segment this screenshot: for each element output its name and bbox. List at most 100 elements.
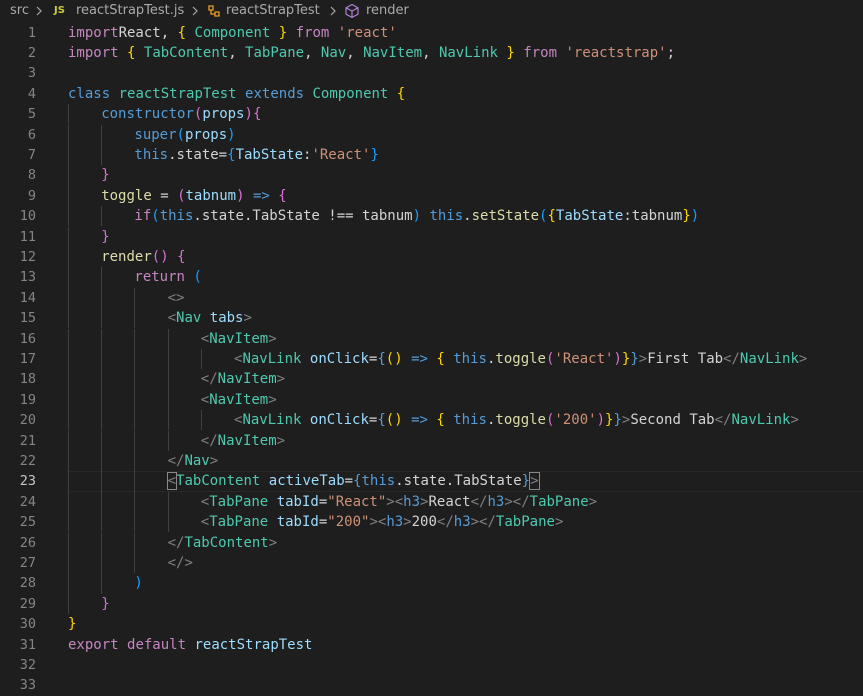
code-token: this <box>361 473 396 490</box>
code-token: </ <box>470 493 488 510</box>
code-line[interactable]: 16 <NavItem> <box>0 328 863 349</box>
code-line[interactable]: 24 <TabPane tabId="React"><h3>React</h3><… <box>0 491 863 513</box>
code-line[interactable]: 15 <Nav tabs> <box>0 308 863 329</box>
code-text: <NavItem> <box>201 329 277 349</box>
code-token: constructor <box>101 106 194 123</box>
code-line[interactable]: 17 <NavLink onClick={() => { this.toggle(… <box>0 348 863 370</box>
code-line[interactable]: 9 toggle = (tabnum) => { <box>0 185 863 207</box>
code-token: TabContent <box>176 473 261 490</box>
code-token: </> <box>167 554 193 571</box>
code-token: ></ <box>470 514 496 531</box>
code-token: NavLink <box>731 412 791 429</box>
code-token: '200' <box>554 412 597 429</box>
code-line[interactable]: 20 <NavLink onClick={() => { this.toggle(… <box>0 410 863 431</box>
code-token: TabContent <box>184 534 269 551</box>
code-token: () <box>385 350 403 367</box>
code-line[interactable]: 4 class reactStrapTest extends Component … <box>0 84 863 104</box>
code-text: constructor(props){ <box>101 104 261 124</box>
code-text: </> <box>168 553 193 573</box>
code-token: super <box>134 126 177 143</box>
code-token: , <box>422 44 439 61</box>
code-line[interactable]: 1 importReact, { Component } from 'react' <box>0 23 863 43</box>
code-line[interactable]: 19 <NavItem> <box>0 389 863 411</box>
code-token: } <box>613 412 622 429</box>
code-token: TabState <box>235 146 303 163</box>
code-token: ) <box>596 412 606 429</box>
code-token: NavLink <box>242 350 302 367</box>
code-line[interactable]: 23 <TabContent activeTab={this.state.TabS… <box>0 471 863 493</box>
code-line[interactable]: 10 if(this.state.TabState !== tabnum) thi… <box>0 206 863 227</box>
code-line[interactable]: 29} <box>0 593 863 615</box>
code-line[interactable]: 8} <box>0 165 863 186</box>
code-text: </Nav> <box>168 451 219 471</box>
indent-guide <box>134 471 136 492</box>
code-line[interactable]: 28) <box>0 573 863 594</box>
code-token: <> <box>167 289 185 306</box>
indent-guide <box>101 144 103 166</box>
indent-guide <box>68 308 69 329</box>
line-number: 21 <box>19 432 36 449</box>
code-token: { <box>177 24 187 41</box>
code-token: import <box>68 44 119 61</box>
code-line[interactable]: 33 <box>0 675 863 695</box>
code-token: > <box>209 452 219 469</box>
code-line[interactable]: 30} <box>0 614 863 634</box>
breadcrumb-folder[interactable]: src <box>10 2 29 20</box>
chevron-right-icon <box>36 6 42 16</box>
code-line[interactable]: 27 </> <box>0 552 863 574</box>
indent-guide <box>68 593 69 615</box>
code-token: Second Tab <box>630 412 715 429</box>
code-token: => <box>252 187 270 204</box>
code-token: Nav <box>320 44 347 61</box>
code-text: <NavLink onClick={() => { this.toggle('2… <box>234 410 799 430</box>
code-token: < <box>200 514 210 531</box>
code-line[interactable]: 2 import { TabContent, TabPane, Nav, NavI… <box>0 43 863 63</box>
code-token: TabPane <box>209 514 269 531</box>
line-number: 4 <box>27 85 36 102</box>
code-line[interactable]: 31 export default reactStrapTest <box>0 635 863 655</box>
code-text: if(this.state.TabState !== tabnum) this.… <box>134 206 699 226</box>
breadcrumb-symbol-class[interactable]: reactStrapTest <box>226 2 320 20</box>
code-token: { <box>377 412 386 429</box>
breadcrumb-file[interactable]: reactStrapTest.js <box>76 2 184 20</box>
code-line[interactable]: 14 <> <box>0 287 863 309</box>
indent-guide <box>68 185 69 207</box>
indent-guide <box>68 348 69 370</box>
code-line[interactable]: 13 return ( <box>0 267 863 288</box>
code-line[interactable]: 25 <TabPane tabId="200"><h3>200</h3></Tab… <box>0 512 863 533</box>
code-token: NavItem <box>209 330 269 347</box>
code-line[interactable]: 21 </NavItem> <box>0 430 863 451</box>
code-text: <TabPane tabId="200"><h3>200</h3></TabPa… <box>201 512 564 532</box>
javascript-file-icon: JS <box>54 5 65 16</box>
line-number: 27 <box>19 554 36 571</box>
code-line[interactable]: 18 </NavItem> <box>0 369 863 390</box>
code-line[interactable]: 3 <box>0 63 863 83</box>
code-text: <> <box>168 288 185 308</box>
indent-guide <box>134 369 136 390</box>
code-editor[interactable]: 1 importReact, { Component } from 'react'… <box>0 22 863 695</box>
code-token: </ <box>200 371 218 388</box>
line-number: 9 <box>27 187 36 204</box>
code-line[interactable]: 7 this.state={TabState:'React'} <box>0 144 863 166</box>
code-token: < <box>166 472 178 491</box>
code-line[interactable]: 6 super(props) <box>0 124 863 145</box>
code-token: } <box>682 208 691 225</box>
code-line[interactable]: 32 <box>0 655 863 675</box>
code-line[interactable]: 26 </TabContent> <box>0 532 863 553</box>
code-token: Component <box>312 85 389 102</box>
breadcrumb-symbol-method[interactable]: render <box>366 2 409 20</box>
code-line[interactable]: 11} <box>0 226 863 247</box>
code-token: "React" <box>327 493 387 510</box>
code-line[interactable]: 22 </Nav> <box>0 450 863 472</box>
code-token: } <box>101 595 110 612</box>
code-token: class <box>68 85 111 102</box>
code-line[interactable]: 5 constructor(props){ <box>0 104 863 125</box>
code-token: export <box>68 636 119 653</box>
code-line[interactable]: 12 render() { <box>0 246 863 268</box>
code-token: } <box>278 24 288 41</box>
code-token: ( <box>193 269 202 286</box>
code-token: toggle <box>495 412 546 429</box>
